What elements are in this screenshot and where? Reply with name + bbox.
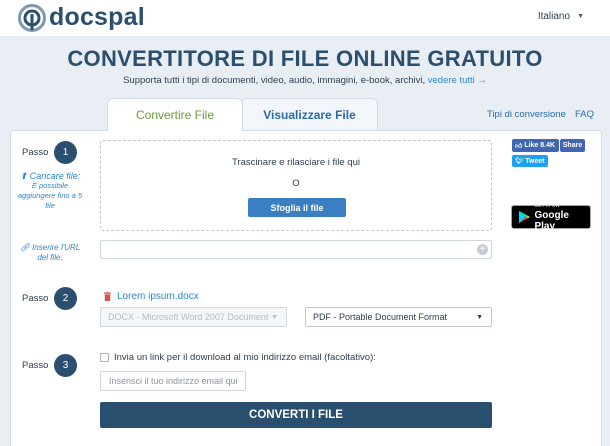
target-format-value: PDF - Portable Document Format [313,312,448,322]
upload-side-note: ⬆ Caricare file: È possibile aggiungere … [14,171,86,211]
tweet-button[interactable]: 🐦︎ Tweet [512,155,548,167]
source-format-value: DOCX - Microsoft Word 2007 Document [108,312,269,322]
file-url-input[interactable]: + [100,240,492,259]
email-field[interactable]: Inserisci il tuo indirizzo email qui [100,371,246,391]
faq-link[interactable]: FAQ [575,109,594,120]
google-play-badge[interactable]: GET IT ON Google Play [511,202,591,232]
facebook-share-button[interactable]: Share [560,139,585,152]
step-3-label: Passo [22,360,49,371]
upload-side-title: ⬆ Caricare file: [19,171,81,181]
docspal-logo[interactable]: docspal [18,3,145,32]
upload-limit-note: È possibile aggiungere fino a 5 file [17,181,83,210]
chevron-down-icon: ▼ [271,314,278,321]
google-play-top: GET IT ON [534,203,560,208]
tab-convert-files[interactable]: Convertire File [107,98,243,131]
page-title: CONVERTITORE DI FILE ONLINE GRATUITO [67,46,543,71]
see-all-link[interactable]: vedere tutti → [428,75,487,86]
twitter-bird-icon: 🐦︎ [515,158,524,165]
trash-icon[interactable] [104,292,111,301]
step-3-badge: 3 [54,354,77,377]
top-bar: docspal Italiano ▼ [0,0,610,36]
url-side-label: 🔗︎ Inserire l'URL del file: [19,243,81,262]
uploaded-file-row: Lorem ipsum.docx [104,291,199,302]
hero-subtitle: Supporta tutti i tipi di documenti, vide… [0,75,610,86]
dropzone-or: O [292,178,300,189]
file-dropzone[interactable]: Trascinare e rilasciare i file qui O Sfo… [100,140,492,231]
tab-view-files[interactable]: Visualizzare File [241,98,378,131]
step-1-badge: 1 [54,141,77,164]
conversion-types-link[interactable]: Tipi di conversione [487,109,566,120]
email-checkbox[interactable] [100,353,109,362]
source-format-select[interactable]: DOCX - Microsoft Word 2007 Document ▼ [100,307,287,327]
link-icon: 🔗︎ [19,243,30,252]
google-play-bottom: Google Play [534,210,569,232]
docspal-logo-icon [18,3,46,32]
browse-file-button[interactable]: Sfoglia il file [248,198,346,217]
facebook-like-button[interactable]: 👍︎ Like 8.4K [512,139,559,152]
target-format-select[interactable]: PDF - Portable Document Format ▼ [305,307,492,327]
language-label: Italiano [537,11,571,22]
email-option-row: Invia un link per il download al mio ind… [100,352,376,363]
convert-files-button[interactable]: CONVERTI I FILE [100,402,492,428]
caret-down-icon: ▼ [577,13,584,20]
google-play-text: GET IT ON Google Play [534,202,590,232]
step-2-badge: 2 [54,287,77,310]
uploaded-file-name[interactable]: Lorem ipsum.docx [117,291,199,302]
language-selector[interactable]: Italiano ▼ [538,11,584,22]
chevron-down-icon: ▼ [476,314,483,321]
step-2-label: Passo [22,293,49,304]
logo-text: docspal [49,3,145,31]
add-url-icon[interactable]: + [477,244,488,255]
step-1-label: Passo [22,147,49,158]
upload-icon: ⬆ [19,171,28,181]
dropzone-text: Trascinare e rilasciare i file qui [232,157,360,168]
thumbs-up-icon: 👍︎ [515,143,523,150]
email-checkbox-label[interactable]: Invia un link per il download al mio ind… [114,352,376,363]
google-play-icon [518,210,531,224]
subtitle-text: Supporta tutti i tipi di documenti, vide… [123,75,426,86]
